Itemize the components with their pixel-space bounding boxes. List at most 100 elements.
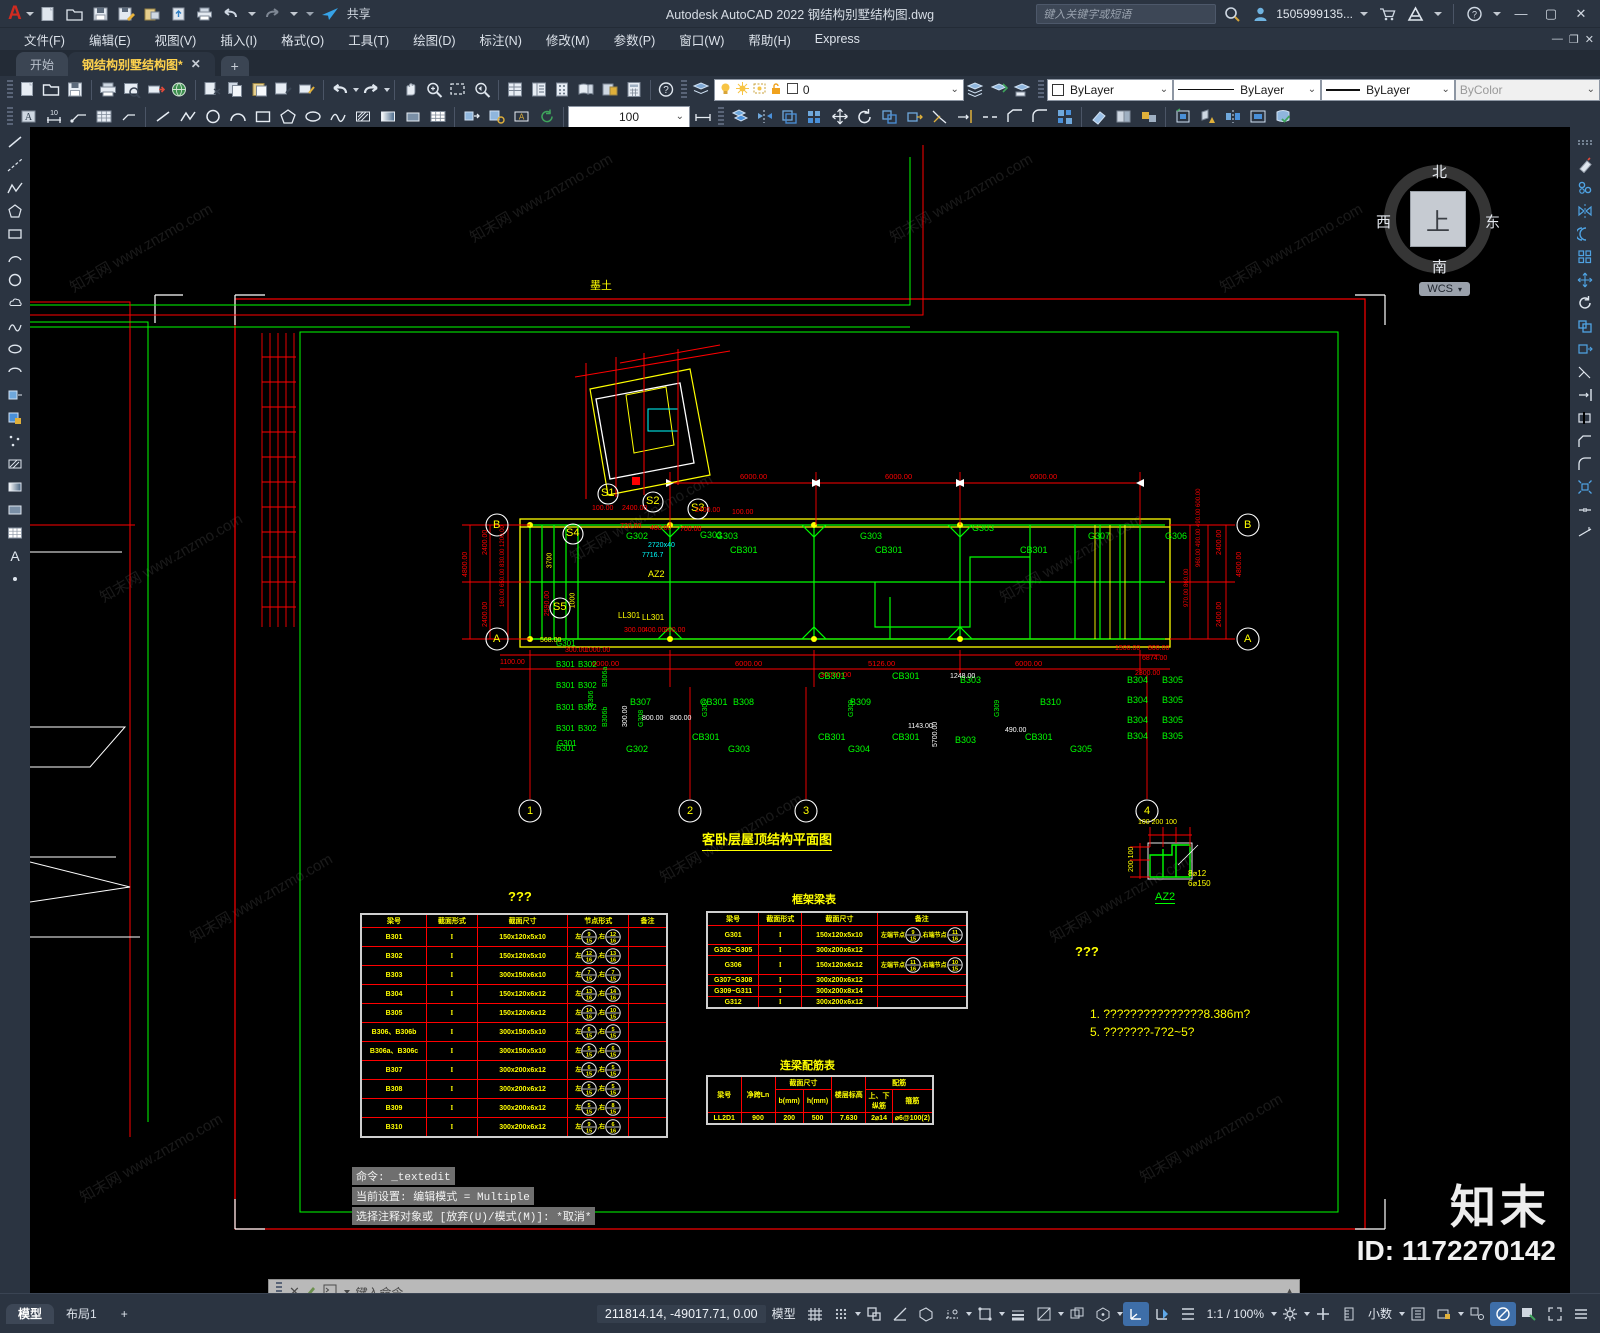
dynamic-ucs-icon[interactable] — [1122, 1301, 1149, 1326]
plot-icon[interactable] — [96, 77, 120, 102]
user-avatar-icon[interactable] — [1248, 3, 1272, 25]
revcloud-tool-icon[interactable] — [3, 292, 27, 314]
dim-linear-icon[interactable] — [690, 104, 715, 129]
help-icon[interactable]: ? — [655, 77, 679, 102]
layer-make-current-icon[interactable] — [988, 77, 1012, 102]
lock-ui-icon[interactable] — [1431, 1302, 1457, 1326]
copy-icon[interactable] — [224, 77, 248, 102]
layer-properties-icon[interactable] — [690, 77, 714, 102]
rectangle-icon[interactable] — [250, 104, 275, 129]
circle-tool-icon[interactable] — [3, 269, 27, 291]
hatch-tool-icon[interactable] — [3, 453, 27, 475]
calculator-icon[interactable] — [622, 77, 646, 102]
fillet-tool-icon[interactable] — [1573, 453, 1597, 475]
new-tab-button[interactable]: + — [220, 56, 249, 76]
insert-block-tool-icon[interactable] — [3, 384, 27, 406]
redo-dropdown-icon[interactable] — [289, 11, 298, 16]
graphics-performance-icon[interactable] — [1490, 1301, 1516, 1326]
erase-object-icon[interactable] — [1086, 104, 1111, 129]
layer-match-icon[interactable] — [1011, 77, 1035, 102]
layer-color-swatch[interactable] — [786, 82, 799, 98]
menu-item-modify[interactable]: 修改(M) — [546, 30, 590, 49]
view-cube-east[interactable]: 东 — [1485, 211, 1500, 232]
align-icon[interactable] — [1220, 104, 1245, 129]
isometric-draft-icon[interactable] — [913, 1302, 939, 1326]
selection-cycling-icon[interactable] — [1064, 1302, 1090, 1326]
print-icon[interactable] — [193, 3, 217, 25]
multileader-icon[interactable] — [116, 104, 141, 129]
copy-object-icon[interactable] — [727, 104, 752, 129]
color-dropdown-icon[interactable]: ⌄ — [1160, 84, 1168, 95]
erase-tool-icon[interactable] — [1573, 154, 1597, 176]
layer-previous-icon[interactable] — [964, 77, 988, 102]
tab-start[interactable]: 开始 — [16, 52, 69, 76]
zoom-window-icon[interactable] — [446, 77, 470, 102]
break-icon[interactable] — [977, 104, 1002, 129]
chamfer-tool-icon[interactable] — [1573, 430, 1597, 452]
gear-icon[interactable] — [1277, 1302, 1303, 1326]
view-cube-north[interactable]: 北 — [1432, 161, 1447, 182]
coordinates-display[interactable]: 211814.14, -49017.71, 0.00 — [596, 1304, 766, 1323]
search-icon[interactable] — [1220, 3, 1244, 25]
make-block-tool-icon[interactable] — [3, 407, 27, 429]
lineweight-display-icon[interactable] — [1005, 1302, 1031, 1326]
share-icon[interactable] — [319, 3, 343, 25]
dotted-line-icon[interactable] — [1573, 131, 1597, 153]
tab-drawing[interactable]: 钢结构别墅结构图* ✕ — [68, 52, 215, 76]
extend-icon[interactable] — [952, 104, 977, 129]
region-icon[interactable] — [400, 104, 425, 129]
rotate-icon[interactable] — [852, 104, 877, 129]
3d-osnap-dropdown-icon[interactable] — [1116, 1311, 1123, 1316]
plot-preview-icon[interactable] — [120, 77, 144, 102]
gradient-icon[interactable] — [375, 104, 400, 129]
close-button[interactable]: ✕ — [1568, 1, 1594, 27]
customize-qat-icon[interactable] — [305, 11, 314, 16]
undo-dropdown-icon[interactable] — [247, 11, 256, 16]
doc-minimize-button[interactable]: — — [1552, 33, 1563, 46]
save-icon[interactable] — [63, 77, 87, 102]
ucs-selector[interactable]: WCS ▾ — [1419, 282, 1470, 296]
drawing-canvas[interactable]: 知末网 www.znzmo.com 知末网 www.znzmo.com 知末网 … — [30, 127, 1570, 1293]
export-icon[interactable] — [141, 3, 165, 25]
props-toolbar-grip[interactable] — [1038, 79, 1044, 100]
view-cube[interactable]: 上 北 南 东 西 — [1376, 164, 1500, 276]
stretch-tool-icon[interactable] — [1573, 338, 1597, 360]
pan-icon[interactable] — [399, 77, 423, 102]
chamfer-icon[interactable] — [1002, 104, 1027, 129]
array-icon[interactable] — [802, 104, 827, 129]
menu-item-parametric[interactable]: 参数(P) — [614, 30, 656, 49]
hatch-icon[interactable] — [350, 104, 375, 129]
properties-icon[interactable] — [503, 77, 527, 102]
snap-mode-icon[interactable] — [828, 1302, 854, 1326]
polar-tracking-icon[interactable] — [887, 1302, 913, 1326]
block-editor-icon[interactable] — [484, 104, 509, 129]
mleader-style-icon[interactable] — [66, 104, 91, 129]
help-dropdown-icon[interactable] — [1493, 11, 1501, 16]
view-cube-west[interactable]: 西 — [1376, 211, 1391, 232]
arc-tool-icon[interactable] — [3, 246, 27, 268]
grid-display-icon[interactable] — [802, 1302, 828, 1326]
spline-tool-icon[interactable] — [3, 315, 27, 337]
block-refresh-icon[interactable] — [534, 104, 559, 129]
ungroup-icon[interactable] — [1136, 104, 1161, 129]
open-folder-icon[interactable] — [63, 3, 87, 25]
scale-object-icon[interactable] — [877, 104, 902, 129]
paste-icon[interactable] — [248, 77, 272, 102]
tool-palettes-icon[interactable] — [550, 77, 574, 102]
3d-object-snap-icon[interactable] — [1090, 1302, 1116, 1326]
open-icon[interactable] — [40, 77, 64, 102]
lineweight-control[interactable]: ByLayer ⌄ — [1321, 78, 1455, 101]
move-icon[interactable] — [827, 104, 852, 129]
erase-icon[interactable] — [295, 77, 319, 102]
layer-toolbar-grip[interactable] — [681, 79, 688, 100]
linetype-dropdown-icon[interactable]: ⌄ — [1308, 84, 1316, 95]
scale-control[interactable]: 100 ⌄ — [568, 105, 690, 128]
construction-line-tool-icon[interactable] — [3, 154, 27, 176]
doc-restore-button[interactable]: ❐ — [1569, 33, 1579, 46]
sheetset-icon[interactable] — [574, 77, 598, 102]
help-icon[interactable]: ? — [1462, 3, 1486, 25]
undo-icon[interactable] — [219, 3, 243, 25]
menu-item-edit[interactable]: 编辑(E) — [89, 30, 131, 49]
gradient-tool-icon[interactable] — [3, 476, 27, 498]
zoom-realtime-icon[interactable] — [422, 77, 446, 102]
